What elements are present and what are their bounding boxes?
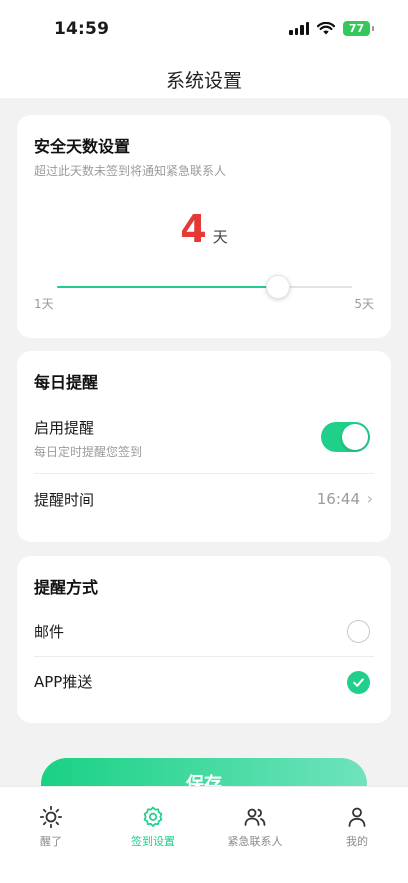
page-title: 系统设置	[165, 70, 242, 92]
safe-days-title: 安全天数设置	[34, 137, 131, 156]
reminder-method-title: 提醒方式	[34, 578, 99, 597]
person-icon	[348, 807, 366, 827]
tab-emergency-contacts[interactable]: 紧急联系人	[204, 787, 306, 857]
slider-fill	[57, 286, 279, 288]
toggle-knob	[342, 424, 368, 450]
email-radio[interactable]	[347, 620, 370, 643]
enable-reminder-label: 启用提醒	[34, 419, 95, 437]
tab-checkin-settings[interactable]: 签到设置	[102, 787, 204, 857]
tab-label: 紧急联系人	[227, 835, 283, 848]
app-push-radio-checked[interactable]	[347, 671, 370, 694]
reminder-method-card: 提醒方式 邮件 APP推送	[17, 556, 391, 723]
days-unit: 天	[212, 228, 228, 246]
safe-days-subtitle: 超过此天数未签到将通知紧急联系人	[34, 164, 227, 178]
contacts-icon	[244, 808, 266, 826]
tab-label: 醒了	[40, 835, 62, 848]
status-icons: 77	[289, 21, 374, 36]
slider-max-label: 5天	[354, 297, 374, 311]
daily-reminder-card: 每日提醒 启用提醒 每日定时提醒您签到 提醒时间 16:44 ›	[17, 351, 391, 542]
method-option-email[interactable]: 邮件	[34, 606, 374, 656]
method-app-push-label: APP推送	[34, 673, 93, 691]
screen: 14:59 77 系统设置 安全天数设置 超过此天数未签到将通知紧急联系人 4 …	[0, 0, 408, 883]
days-value: 4	[180, 207, 207, 251]
enable-reminder-toggle[interactable]	[321, 422, 370, 452]
days-slider[interactable]	[57, 275, 352, 299]
battery-icon: 77	[343, 21, 374, 36]
tab-label: 签到设置	[131, 835, 175, 848]
days-display: 4 天	[17, 207, 391, 251]
tab-bar: 醒了 签到设置 紧急联系人 我的	[0, 786, 408, 883]
reminder-time-label: 提醒时间	[34, 491, 95, 509]
daily-reminder-title: 每日提醒	[34, 373, 99, 392]
slider-thumb[interactable]	[266, 275, 291, 299]
reminder-time-value[interactable]: 16:44	[317, 490, 360, 508]
wifi-icon	[317, 22, 335, 35]
tab-me[interactable]: 我的	[306, 787, 408, 857]
gear-icon	[143, 806, 163, 827]
method-option-app-push[interactable]: APP推送	[34, 656, 374, 708]
check-icon	[353, 678, 364, 687]
battery-level: 77	[348, 22, 365, 35]
status-time: 14:59	[54, 19, 110, 39]
slider-min-label: 1天	[34, 297, 54, 311]
enable-reminder-sub: 每日定时提醒您签到	[34, 445, 143, 459]
safe-days-card: 安全天数设置 超过此天数未签到将通知紧急联系人 4 天 1天 5天	[17, 115, 391, 338]
tab-label: 我的	[346, 835, 368, 848]
top-bar: 14:59 77 系统设置	[0, 0, 408, 98]
method-email-label: 邮件	[34, 623, 65, 641]
sun-icon	[39, 805, 63, 829]
signal-icon	[289, 22, 309, 35]
chevron-right-icon: ›	[366, 489, 373, 508]
tab-wake[interactable]: 醒了	[0, 787, 102, 857]
